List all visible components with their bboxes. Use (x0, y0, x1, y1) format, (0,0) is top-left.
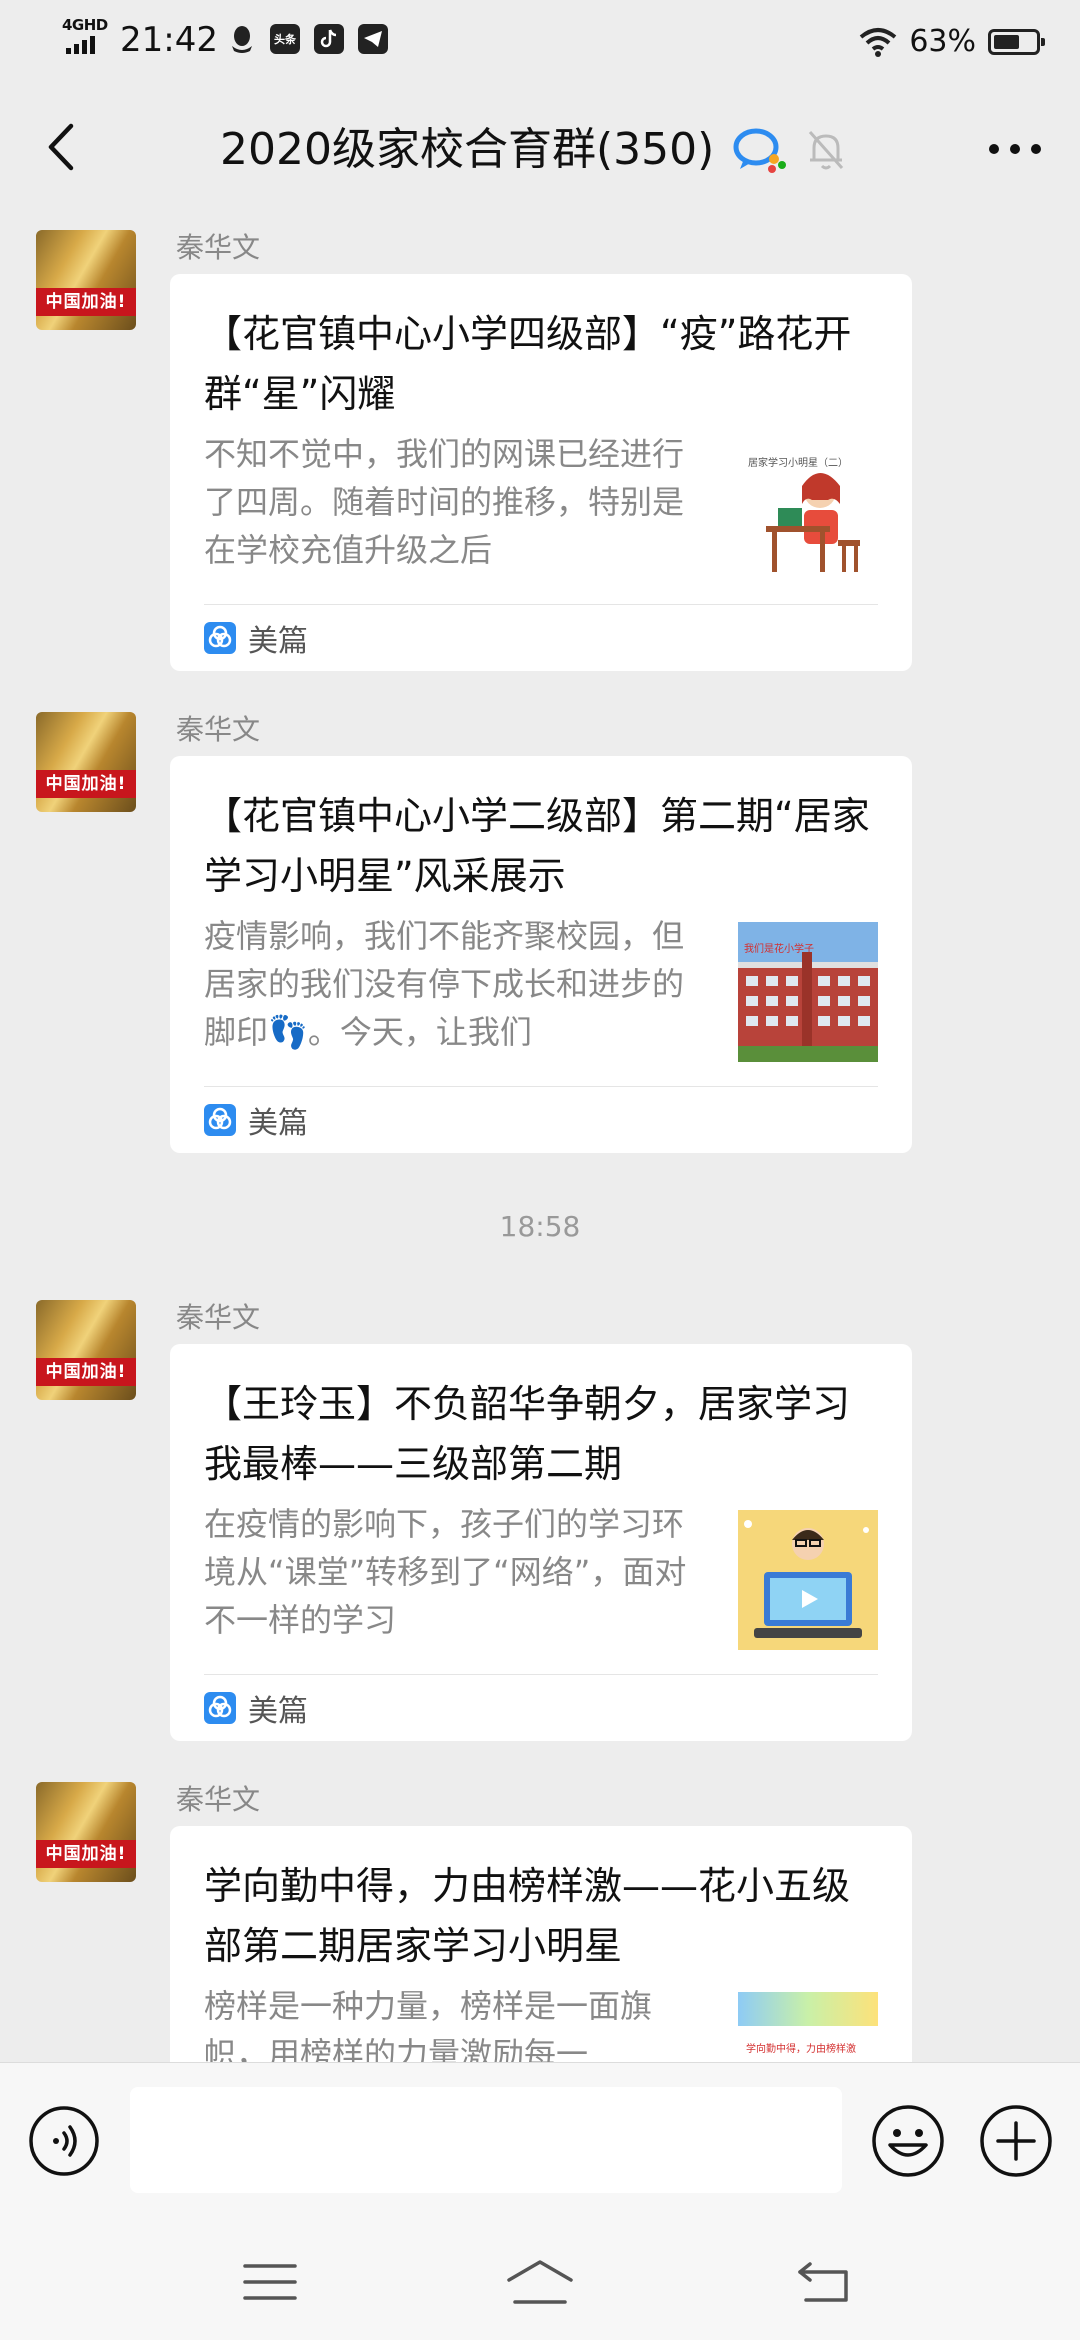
more-dots-icon (989, 144, 1041, 154)
return-icon (798, 2262, 848, 2302)
sender-name: 秦华文 (176, 231, 261, 264)
source-label: 美篇 (248, 1694, 308, 1729)
avatar-label: 中国加油! (36, 288, 136, 316)
article-source: 美篇 (204, 1086, 878, 1153)
rainbow-banner-image: 学向勤中得，力由榜样激 (738, 1992, 878, 2062)
article-description: 疫情影响，我们不能齐聚校园，但居家的我们没有停下成长和进步的脚印👣。今天，让我们 (204, 917, 685, 1051)
status-bar: 4GHD 21:42 头条 63% (0, 0, 1080, 84)
toutiao-icon: 头条 (270, 24, 300, 54)
article-card[interactable]: 【花官镇中心小学四级部】“疫”路花开 群“星”闪耀 不知不觉中，我们的网课已经进… (170, 274, 912, 671)
status-right: 63% (859, 22, 1045, 62)
avatar[interactable]: 中国加油! (36, 230, 136, 330)
chat-header: 2020级家校合育群(350) (0, 84, 1080, 214)
network-indicator: 4GHD (62, 16, 110, 56)
wifi-icon (860, 28, 897, 57)
article-thumbnail: 学向勤中得，力由榜样激 (738, 1992, 878, 2062)
article-source: 美篇 (204, 1674, 878, 1741)
article-title: 学向勤中得，力由榜样激——花小五级部第二期居家学习小明星 (204, 1864, 851, 1968)
smiley-icon (872, 2105, 944, 2177)
article-thumbnail: 我们是花小学子 (738, 922, 878, 1062)
article-body: 在疫情的影响下，孩子们的学习环境从“课堂”转移到了“网络”，面对不一样的学习 (204, 1500, 878, 1650)
plus-circle-icon (980, 2105, 1052, 2177)
status-time: 21:42 (120, 20, 218, 60)
source-label: 美篇 (248, 624, 308, 659)
battery-percent: 63% (909, 24, 976, 59)
signal-icon (66, 36, 95, 54)
online-class-illustration (738, 1510, 878, 1650)
voice-input-button[interactable] (28, 2105, 100, 2177)
menu-icon (243, 2264, 297, 2300)
back-nav-button[interactable] (774, 2252, 874, 2312)
page-title: 2020级家校合育群(350) (220, 124, 715, 175)
qq-icon (232, 26, 252, 53)
thumbnail-caption: 居家学习小明星（二） (748, 456, 848, 469)
home-nav-button[interactable] (490, 2252, 590, 2312)
article-card[interactable]: 【王玲玉】不负韶华争朝夕，居家学习我最棒——三级部第二期 在疫情的影响下，孩子们… (170, 1344, 912, 1741)
avatar-label: 中国加油! (36, 1840, 136, 1868)
battery-icon (988, 29, 1045, 55)
article-thumbnail: 居家学习小明星（二） (738, 440, 878, 580)
article-title: 【王玲玉】不负韶华争朝夕，居家学习我最棒——三级部第二期 (204, 1382, 851, 1486)
article-card[interactable]: 【花官镇中心小学二级部】第二期“居家学习小明星”风采展示 疫情影响，我们不能齐聚… (170, 756, 912, 1153)
menu-nav-button[interactable] (220, 2252, 320, 2312)
article-description: 榜样是一种力量，榜样是一面旗帜，用榜样的力量激励每一 (204, 1987, 653, 2062)
meipian-icon (204, 1104, 236, 1136)
girl-reading-illustration: 居家学习小明星（二） (748, 456, 860, 572)
article-description: 在疫情的影响下，孩子们的学习环境从“课堂”转移到了“网络”，面对不一样的学习 (204, 1505, 687, 1639)
article-thumbnail (738, 1510, 878, 1650)
article-card[interactable]: 学向勤中得，力由榜样激——花小五级部第二期居家学习小明星 榜样是一种力量，榜样是… (170, 1826, 912, 2062)
source-label: 美篇 (248, 1106, 308, 1141)
school-building-photo: 我们是花小学子 (738, 922, 878, 1062)
more-options-button[interactable] (980, 124, 1050, 174)
message-input[interactable] (130, 2087, 842, 2193)
chat-messages[interactable]: 中国加油! 秦华文 【花官镇中心小学四级部】“疫”路花开 群“星”闪耀 不知不觉… (0, 214, 1080, 2062)
avatar[interactable]: 中国加油! (36, 1300, 136, 1400)
notification-icons: 头条 (228, 24, 388, 54)
back-button[interactable] (30, 112, 90, 182)
article-description: 不知不觉中，我们的网课已经进行了四周。随着时间的推移，特别是在学校充值升级之后 (204, 435, 685, 569)
article-body: 榜样是一种力量，榜样是一面旗帜，用榜样的力量激励每一 学向勤中得，力由榜样激 (204, 1982, 878, 2062)
enterprise-wechat-icon (733, 128, 787, 173)
thumbnail-caption: 学向勤中得，力由榜样激 (746, 2042, 856, 2055)
title-group: 2020级家校合育群(350) (220, 122, 846, 178)
emoji-button[interactable] (870, 2103, 946, 2179)
avatar[interactable]: 中国加油! (36, 712, 136, 812)
sender-name: 秦华文 (176, 713, 261, 746)
meipian-icon (204, 1692, 236, 1724)
more-functions-button[interactable] (978, 2103, 1054, 2179)
message-input-bar (0, 2062, 1080, 2219)
avatar-label: 中国加油! (36, 1358, 136, 1386)
article-title: 【花官镇中心小学四级部】“疫”路花开 群“星”闪耀 (204, 312, 878, 416)
network-type: 4GHD (62, 16, 108, 34)
article-title: 【花官镇中心小学二级部】第二期“居家学习小明星”风采展示 (204, 794, 870, 898)
telegram-icon (358, 24, 388, 54)
article-body: 疫情影响，我们不能齐聚校园，但居家的我们没有停下成长和进步的脚印👣。今天，让我们… (204, 912, 878, 1062)
avatar-label: 中国加油! (36, 770, 136, 798)
tiktok-icon (314, 24, 344, 54)
sender-name: 秦华文 (176, 1301, 261, 1334)
article-source: 美篇 (204, 604, 878, 671)
system-nav-bar (0, 2218, 1080, 2340)
chevron-left-icon (48, 123, 74, 171)
article-body: 不知不觉中，我们的网课已经进行了四周。随着时间的推移，特别是在学校充值升级之后 … (204, 430, 878, 580)
voice-icon (29, 2106, 99, 2176)
battery-level (994, 35, 1019, 49)
meipian-icon (204, 622, 236, 654)
mute-bell-icon (809, 131, 844, 170)
home-icon (507, 2260, 573, 2304)
time-separator: 18:58 (499, 1210, 581, 1243)
avatar[interactable]: 中国加油! (36, 1782, 136, 1882)
sender-name: 秦华文 (176, 1783, 261, 1816)
